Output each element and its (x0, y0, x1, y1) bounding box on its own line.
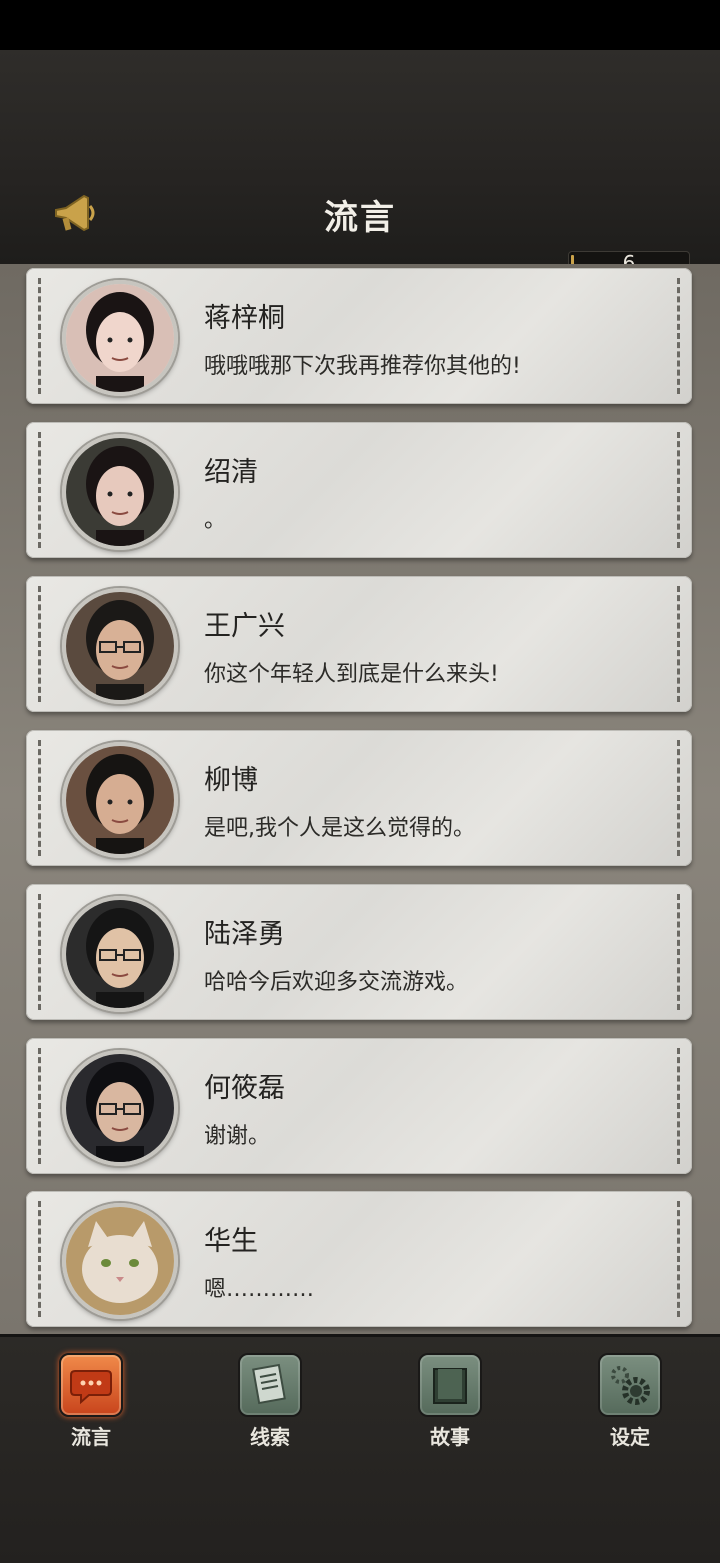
contact-name: 蒋梓桐 (204, 303, 285, 334)
tab-settings[interactable]: 设定 (580, 1353, 680, 1450)
message-card[interactable]: 陆泽勇 哈哈今后欢迎多交流游戏。 (26, 884, 692, 1020)
avatar[interactable] (62, 1050, 178, 1166)
book-icon (418, 1353, 482, 1417)
tab-label: 设定 (610, 1425, 650, 1449)
contact-name: 华生 (204, 1226, 258, 1257)
notes-icon (238, 1353, 302, 1417)
header: 流言 6 (0, 50, 720, 275)
message-preview: 哦哦哦那下次我再推荐你其他的! (204, 354, 521, 379)
stitch-decoration (677, 278, 680, 394)
avatar[interactable] (62, 434, 178, 550)
bottom-tab-bar: 流言 线索 故事 设定 (0, 1334, 720, 1563)
stitch-decoration (38, 1201, 41, 1317)
message-card[interactable]: 绍清 。 (26, 422, 692, 558)
avatar[interactable] (62, 896, 178, 1012)
status-bar (0, 0, 720, 50)
tab-rumors[interactable]: 流言 (41, 1353, 141, 1450)
chat-bubble-icon (59, 1353, 123, 1417)
stitch-decoration (677, 1048, 680, 1164)
message-preview: 哈哈今后欢迎多交流游戏。 (204, 970, 469, 995)
message-card[interactable]: 柳博 是吧,我个人是这么觉得的。 (26, 730, 692, 866)
stitch-decoration (677, 586, 680, 702)
message-preview: 谢谢。 (204, 1124, 271, 1149)
stitch-decoration (677, 1201, 680, 1317)
message-preview: 。 (204, 508, 227, 533)
message-card[interactable]: 王广兴 你这个年轻人到底是什么来头! (26, 576, 692, 712)
tab-label: 线索 (250, 1425, 290, 1449)
stitch-decoration (38, 586, 41, 702)
contact-name: 柳博 (204, 765, 258, 796)
contact-name: 何筱磊 (204, 1073, 285, 1104)
stitch-decoration (38, 740, 41, 856)
stitch-decoration (38, 894, 41, 1010)
contact-name: 王广兴 (204, 611, 285, 642)
tab-label: 流言 (71, 1425, 111, 1449)
contact-name: 绍清 (204, 457, 258, 488)
stitch-decoration (677, 894, 680, 1010)
contact-name: 陆泽勇 (204, 919, 285, 950)
message-card[interactable]: 蒋梓桐 哦哦哦那下次我再推荐你其他的! (26, 268, 692, 404)
message-card[interactable]: 华生 嗯………… (26, 1191, 692, 1327)
page-title: 流言 (324, 198, 396, 238)
gear-icon (598, 1353, 662, 1417)
avatar[interactable] (62, 280, 178, 396)
message-preview: 是吧,我个人是这么觉得的。 (204, 816, 475, 841)
stitch-decoration (677, 740, 680, 856)
avatar[interactable] (62, 1203, 178, 1319)
stitch-decoration (38, 1048, 41, 1164)
message-preview: 嗯………… (204, 1277, 315, 1302)
stitch-decoration (38, 278, 41, 394)
stitch-decoration (677, 432, 680, 548)
message-card[interactable]: 何筱磊 谢谢。 (26, 1038, 692, 1174)
tab-label: 故事 (430, 1425, 470, 1449)
message-preview: 你这个年轻人到底是什么来头! (204, 662, 499, 687)
tab-clues[interactable]: 线索 (220, 1353, 320, 1450)
avatar[interactable] (62, 588, 178, 704)
tab-story[interactable]: 故事 (400, 1353, 500, 1450)
avatar[interactable] (62, 742, 178, 858)
stitch-decoration (38, 432, 41, 548)
